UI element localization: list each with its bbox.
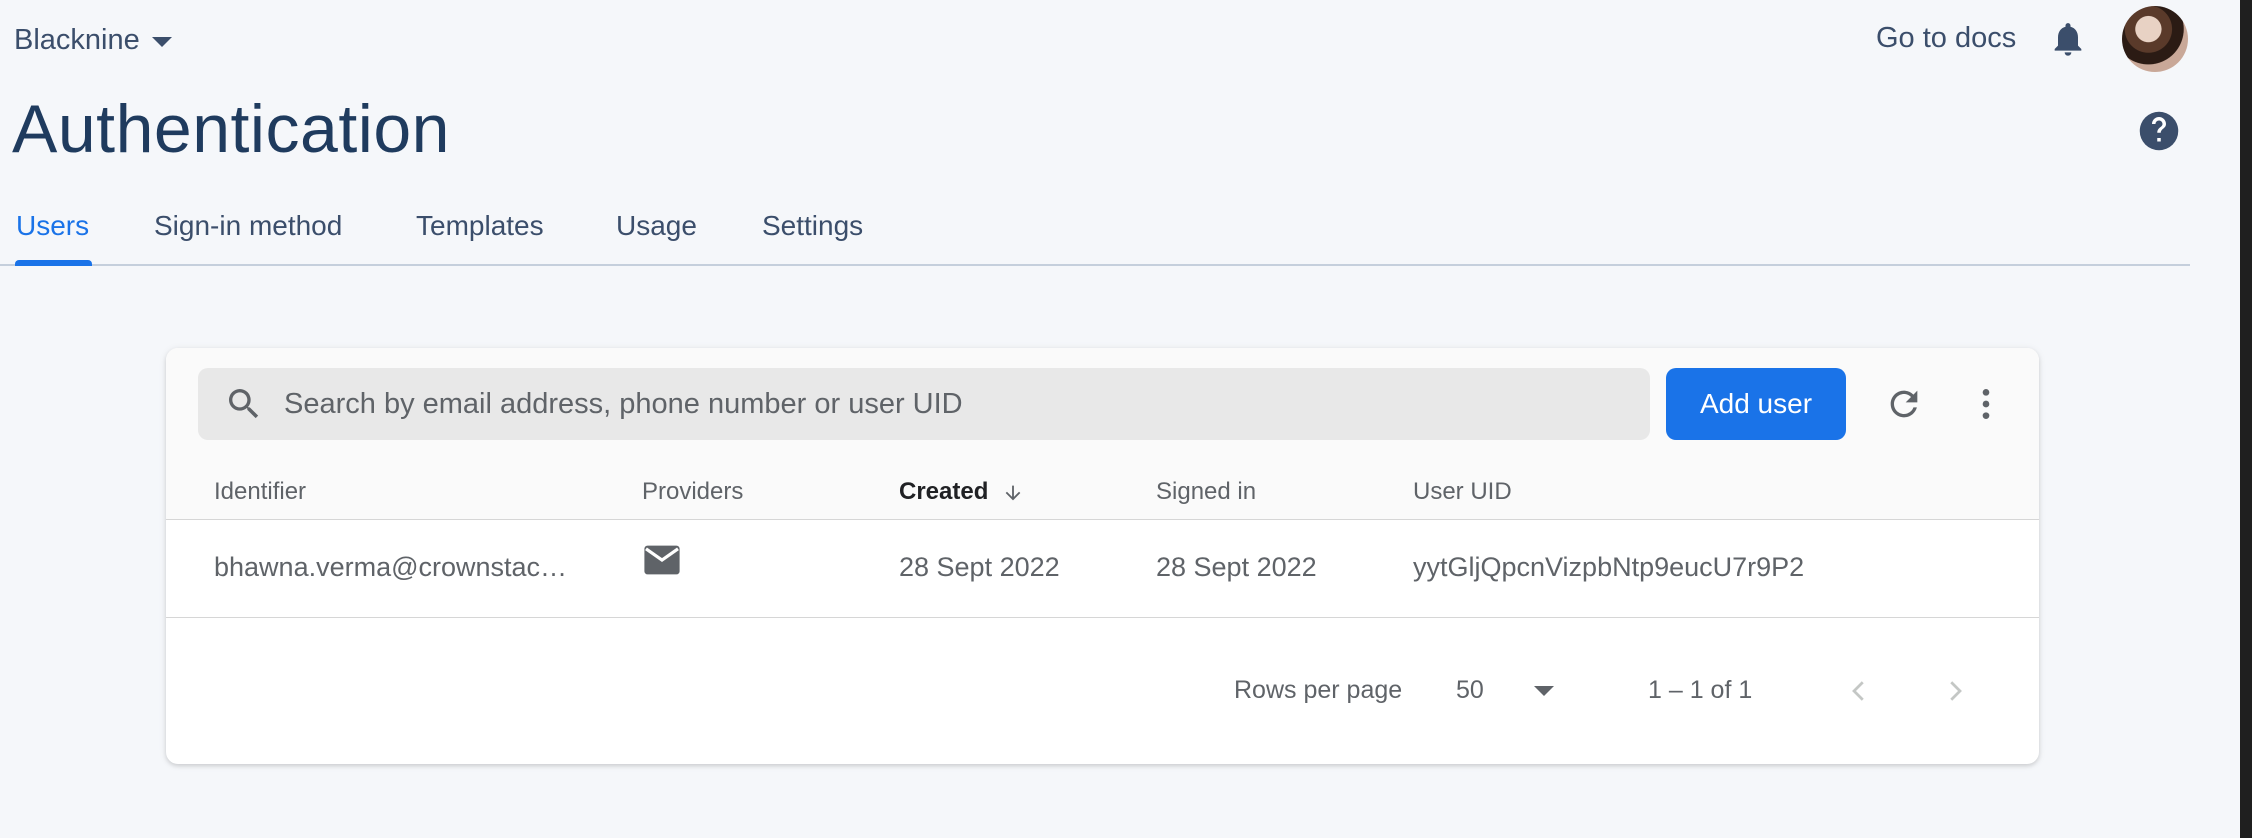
rows-per-page-select[interactable]: 50	[1456, 670, 1566, 710]
tab-templates[interactable]: Templates	[416, 210, 544, 266]
table-row[interactable]: bhawna.verma@crownstac… 28 Sept 2022 28 …	[166, 520, 2039, 618]
search-box[interactable]	[198, 368, 1650, 440]
chevron-right-icon[interactable]	[1940, 676, 1970, 706]
project-name: Blacknine	[14, 23, 140, 56]
go-to-docs-link[interactable]: Go to docs	[1876, 22, 2016, 55]
cell-signed-in: 28 Sept 2022	[1156, 552, 1317, 582]
arrow-down-icon	[1006, 485, 1021, 500]
help-icon[interactable]	[2138, 110, 2180, 152]
chevron-down-icon	[1534, 686, 1554, 696]
pagination: Rows per page 50 1 – 1 of 1	[166, 618, 2039, 764]
tab-users[interactable]: Users	[16, 210, 89, 266]
tab-sign-in-method[interactable]: Sign-in method	[154, 210, 342, 266]
refresh-icon[interactable]	[1884, 384, 1924, 424]
rows-per-page-value: 50	[1456, 675, 1484, 704]
column-header-created[interactable]: Created	[899, 478, 1024, 506]
users-table-card: Add user Identifier Providers Created Si…	[166, 348, 2039, 764]
cell-created: 28 Sept 2022	[899, 552, 1060, 582]
column-header-identifier[interactable]: Identifier	[214, 478, 306, 506]
column-header-providers: Providers	[642, 478, 744, 505]
tab-settings[interactable]: Settings	[762, 210, 863, 266]
table-header: Identifier Providers Created Signed in U…	[166, 462, 2039, 520]
page-title: Authentication	[12, 91, 450, 167]
search-input[interactable]	[284, 384, 1584, 424]
pagination-range: 1 – 1 of 1	[1648, 676, 1753, 704]
chevron-down-icon	[151, 37, 172, 47]
cell-identifier: bhawna.verma@crownstac…	[214, 552, 568, 582]
table-toolbar: Add user Identifier Providers Created Si…	[166, 348, 2039, 520]
search-icon	[229, 389, 259, 419]
tab-bar: Users Sign-in method Templates Usage Set…	[0, 196, 2190, 266]
bell-icon[interactable]	[2048, 18, 2088, 60]
add-user-button[interactable]: Add user	[1666, 368, 1846, 440]
rows-per-page-label: Rows per page	[1234, 676, 1403, 704]
cell-user-uid: yytGljQpcnVizpbNtp9eucU7r9P2	[1413, 552, 1805, 582]
column-header-created-label: Created	[899, 478, 989, 505]
mail-icon	[644, 545, 680, 575]
top-bar: Blacknine Go to docs	[0, 0, 2240, 80]
more-vert-icon[interactable]	[1966, 384, 2006, 424]
column-header-user-uid: User UID	[1413, 478, 1512, 505]
project-selector[interactable]: Blacknine	[14, 20, 172, 60]
chevron-left-icon[interactable]	[1844, 676, 1874, 706]
user-avatar[interactable]	[2122, 6, 2188, 72]
column-header-signed-in[interactable]: Signed in	[1156, 478, 1256, 506]
tab-usage[interactable]: Usage	[616, 210, 697, 266]
window-edge	[2240, 0, 2252, 838]
active-tab-indicator	[15, 260, 92, 266]
